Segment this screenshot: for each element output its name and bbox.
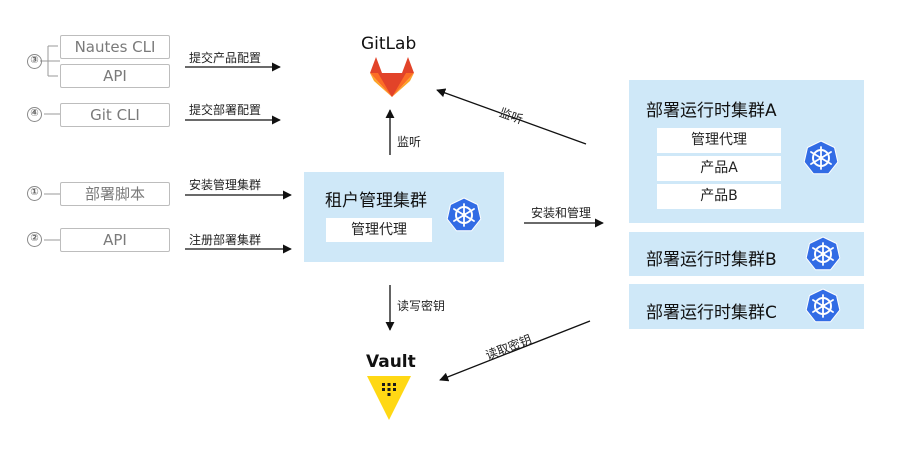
api-box-bottom: API <box>60 228 170 252</box>
cluster-c-title: 部署运行时集群C <box>646 303 777 323</box>
vault-logo-icon <box>367 376 411 420</box>
step-marker-2: ② <box>27 232 42 247</box>
label-submit-product-config: 提交产品配置 <box>189 51 262 65</box>
kubernetes-icon <box>805 288 841 323</box>
kubernetes-icon <box>446 197 482 232</box>
step-marker-4: ④ <box>27 107 42 122</box>
nautes-cli-box: Nautes CLI <box>60 35 170 59</box>
label-read-write-secret: 读写密钥 <box>397 299 446 313</box>
label-register-deploy-cluster: 注册部署集群 <box>189 233 262 247</box>
kubernetes-icon <box>803 140 839 175</box>
cluster-a-title: 部署运行时集群A <box>646 101 777 121</box>
deploy-script-box: 部署脚本 <box>60 182 170 206</box>
tenant-cluster-title: 租户管理集群 <box>325 191 427 211</box>
gitlab-logo-icon <box>370 57 414 97</box>
cluster-a-product-b-box: 产品B <box>657 184 781 209</box>
step-marker-3: ③ <box>27 54 42 69</box>
api-box-top: API <box>60 64 170 88</box>
vault-title: Vault <box>366 352 416 372</box>
tenant-agent-box: 管理代理 <box>326 218 432 242</box>
cluster-b-title: 部署运行时集群B <box>646 250 777 270</box>
label-install-mgmt-cluster: 安装管理集群 <box>189 178 262 192</box>
cluster-a-agent-box: 管理代理 <box>657 128 781 153</box>
cluster-a-product-a-box: 产品A <box>657 156 781 181</box>
label-watch-center: 监听 <box>397 135 422 149</box>
label-install-and-manage: 安装和管理 <box>531 206 592 220</box>
gitlab-title: GitLab <box>361 34 417 54</box>
kubernetes-icon <box>805 236 841 271</box>
git-cli-box: Git CLI <box>60 103 170 127</box>
label-submit-deploy-config: 提交部署配置 <box>189 103 262 117</box>
step-marker-1: ① <box>27 186 42 201</box>
